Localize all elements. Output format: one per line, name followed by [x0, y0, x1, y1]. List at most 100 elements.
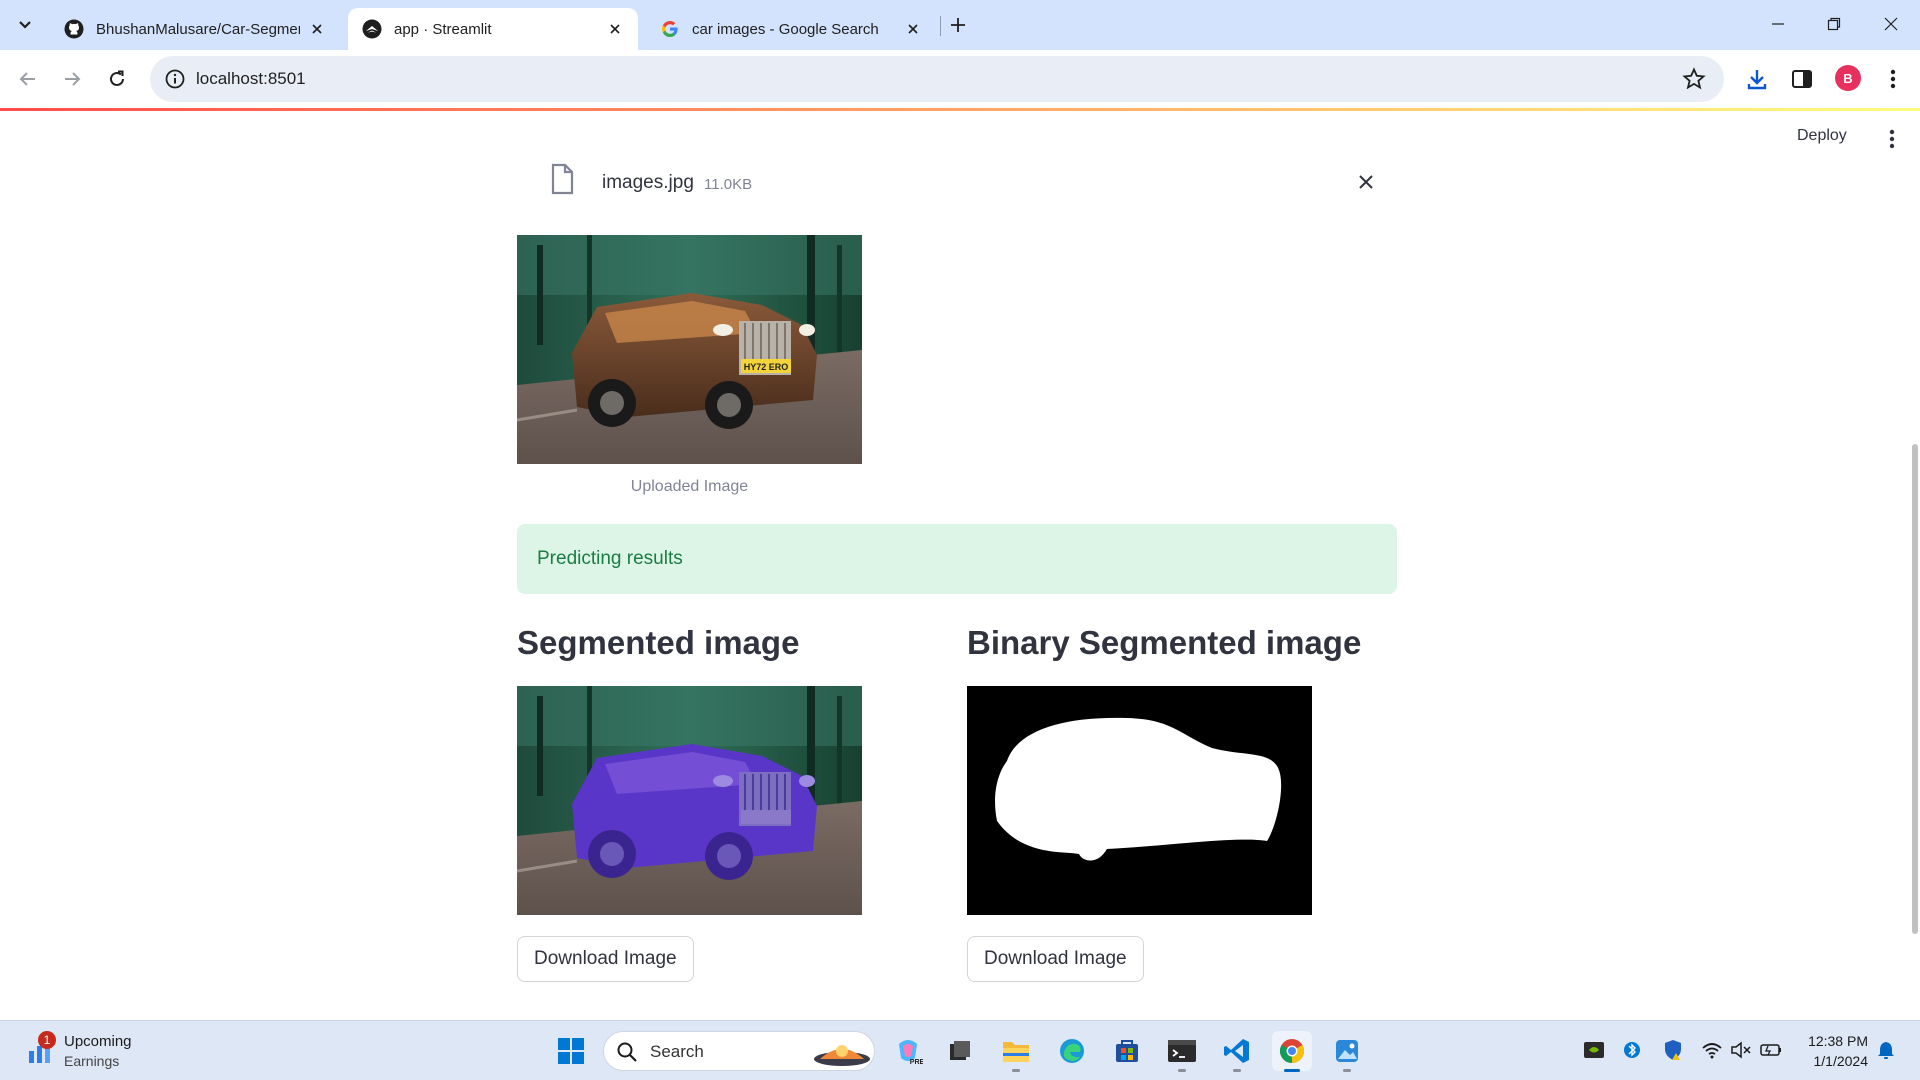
- restore-icon: [1827, 17, 1841, 31]
- taskbar-photos[interactable]: [1327, 1031, 1367, 1072]
- widgets-button[interactable]: 1 Upcoming Earnings: [26, 1031, 196, 1073]
- taskbar-vscode[interactable]: [1217, 1031, 1257, 1072]
- system-clock[interactable]: 12:38 PM 1/1/2024: [1800, 1031, 1868, 1071]
- task-view-icon: [950, 1041, 970, 1060]
- folder-icon: [1003, 1042, 1029, 1062]
- volume-muted-icon[interactable]: [1729, 1038, 1753, 1062]
- segmented-image: [517, 686, 862, 915]
- store-icon: [1116, 1040, 1138, 1062]
- running-indicator: [1343, 1069, 1351, 1072]
- minimize-button[interactable]: [1754, 6, 1802, 42]
- deploy-button[interactable]: Deploy: [1797, 127, 1847, 145]
- taskbar-search[interactable]: Search: [603, 1031, 875, 1071]
- kebab-menu-icon: [1890, 69, 1896, 89]
- alert-text: Predicting results: [537, 548, 683, 569]
- search-icon: [617, 1042, 637, 1062]
- battery-icon[interactable]: [1759, 1038, 1783, 1062]
- svg-text:PRE: PRE: [910, 1059, 923, 1066]
- restore-button[interactable]: [1810, 6, 1858, 42]
- running-indicator: [1233, 1069, 1241, 1072]
- taskbar-chrome[interactable]: [1272, 1031, 1312, 1072]
- start-button[interactable]: [551, 1031, 591, 1071]
- search-highlight-icon: [814, 1045, 870, 1066]
- kebab-menu-icon: [1889, 129, 1895, 149]
- tab-separator: [940, 16, 941, 36]
- remove-file-button[interactable]: [1353, 169, 1379, 195]
- streamlit-app: Deploy images.jpg 11.0KB HY72 ERO Upload…: [0, 108, 1920, 1020]
- plus-icon: [951, 18, 965, 32]
- bluetooth-icon[interactable]: [1620, 1038, 1644, 1062]
- streamlit-icon: [362, 19, 382, 39]
- search-placeholder: Search: [650, 1042, 704, 1061]
- side-panel-icon: [1792, 70, 1812, 88]
- wifi-icon[interactable]: [1700, 1038, 1724, 1062]
- address-bar[interactable]: localhost:8501: [150, 56, 1724, 102]
- url-text: localhost:8501: [196, 69, 306, 88]
- nvidia-tray-icon[interactable]: [1582, 1038, 1606, 1062]
- widget-title: Upcoming: [64, 1033, 132, 1050]
- running-indicator: [1178, 1069, 1186, 1072]
- windows-logo-icon: [558, 1038, 584, 1064]
- segmented-image-heading: Segmented image: [517, 624, 800, 661]
- page-scrollbar[interactable]: [1910, 108, 1920, 1020]
- bookmark-star-icon[interactable]: [1682, 67, 1706, 91]
- running-indicator: [1012, 1069, 1020, 1072]
- vscode-icon: [1224, 1039, 1249, 1063]
- downloads-button[interactable]: [1743, 65, 1771, 93]
- site-info-icon[interactable]: [164, 68, 186, 90]
- uploaded-image: HY72 ERO: [517, 235, 862, 464]
- tab-streamlit[interactable]: app · Streamlit: [348, 8, 638, 50]
- taskbar-edge[interactable]: [1052, 1031, 1092, 1071]
- tab-strip: BhushanMalusare/Car-Segmentation app · S…: [0, 0, 1920, 50]
- uploaded-file-row: images.jpg 11.0KB: [517, 156, 1397, 212]
- profile-avatar[interactable]: B: [1835, 65, 1861, 91]
- close-icon: [1884, 17, 1898, 31]
- tab-github[interactable]: BhushanMalusare/Car-Segmentation: [50, 8, 340, 50]
- back-button[interactable]: [13, 64, 43, 94]
- taskbar-store[interactable]: [1107, 1031, 1147, 1071]
- tab-search-button[interactable]: [10, 9, 40, 39]
- reload-button[interactable]: [102, 64, 132, 94]
- new-tab-button[interactable]: [944, 11, 972, 39]
- notifications-bell-icon[interactable]: [1874, 1038, 1898, 1062]
- taskbar-file-explorer[interactable]: [996, 1031, 1036, 1072]
- windows-taskbar: 1 Upcoming Earnings Search PRE 12:38 PM …: [0, 1020, 1920, 1080]
- download-icon: [1747, 70, 1767, 90]
- close-tab-icon[interactable]: [606, 20, 624, 38]
- tab-label: app · Streamlit: [394, 20, 492, 38]
- side-panel-button[interactable]: [1788, 65, 1816, 93]
- widget-subtitle: Earnings: [64, 1053, 120, 1069]
- tab-label: BhushanMalusare/Car-Segmentation: [96, 20, 300, 38]
- taskbar-copilot[interactable]: PRE: [888, 1031, 928, 1071]
- file-icon: [551, 163, 574, 195]
- tab-label: car images - Google Search: [692, 20, 879, 38]
- minimize-icon: [1772, 23, 1784, 25]
- forward-button[interactable]: [57, 64, 87, 94]
- file-size: 11.0KB: [704, 176, 753, 193]
- browser-menu-button[interactable]: [1879, 65, 1907, 93]
- taskbar-terminal[interactable]: [1162, 1031, 1202, 1072]
- close-icon: [1359, 175, 1373, 189]
- security-shield-icon[interactable]: [1661, 1038, 1685, 1062]
- download-binary-button[interactable]: Download Image: [967, 936, 1144, 982]
- file-name: images.jpg: [602, 172, 694, 193]
- edge-browser-icon: [1060, 1039, 1084, 1063]
- app-decoration-bar: [0, 108, 1920, 111]
- google-icon: [660, 19, 680, 39]
- close-tab-icon[interactable]: [308, 20, 326, 38]
- license-plate-text: HY72 ERO: [744, 362, 789, 372]
- terminal-icon: [1168, 1040, 1196, 1062]
- notification-badge: 1: [38, 1031, 56, 1049]
- binary-segmented-image-heading: Binary Segmented image: [967, 624, 1362, 661]
- photos-icon: [1336, 1040, 1358, 1062]
- close-tab-icon[interactable]: [904, 20, 922, 38]
- copilot-icon: PRE: [899, 1040, 923, 1066]
- clock-date: 1/1/2024: [1813, 1053, 1869, 1069]
- download-segmented-button[interactable]: Download Image: [517, 936, 694, 982]
- taskbar-task-view[interactable]: [940, 1031, 980, 1071]
- arrow-right-icon: [65, 72, 81, 86]
- close-window-button[interactable]: [1867, 6, 1915, 42]
- app-menu-button[interactable]: [1882, 128, 1902, 150]
- tab-google[interactable]: car images - Google Search: [646, 8, 936, 50]
- scrollbar-thumb[interactable]: [1912, 444, 1918, 934]
